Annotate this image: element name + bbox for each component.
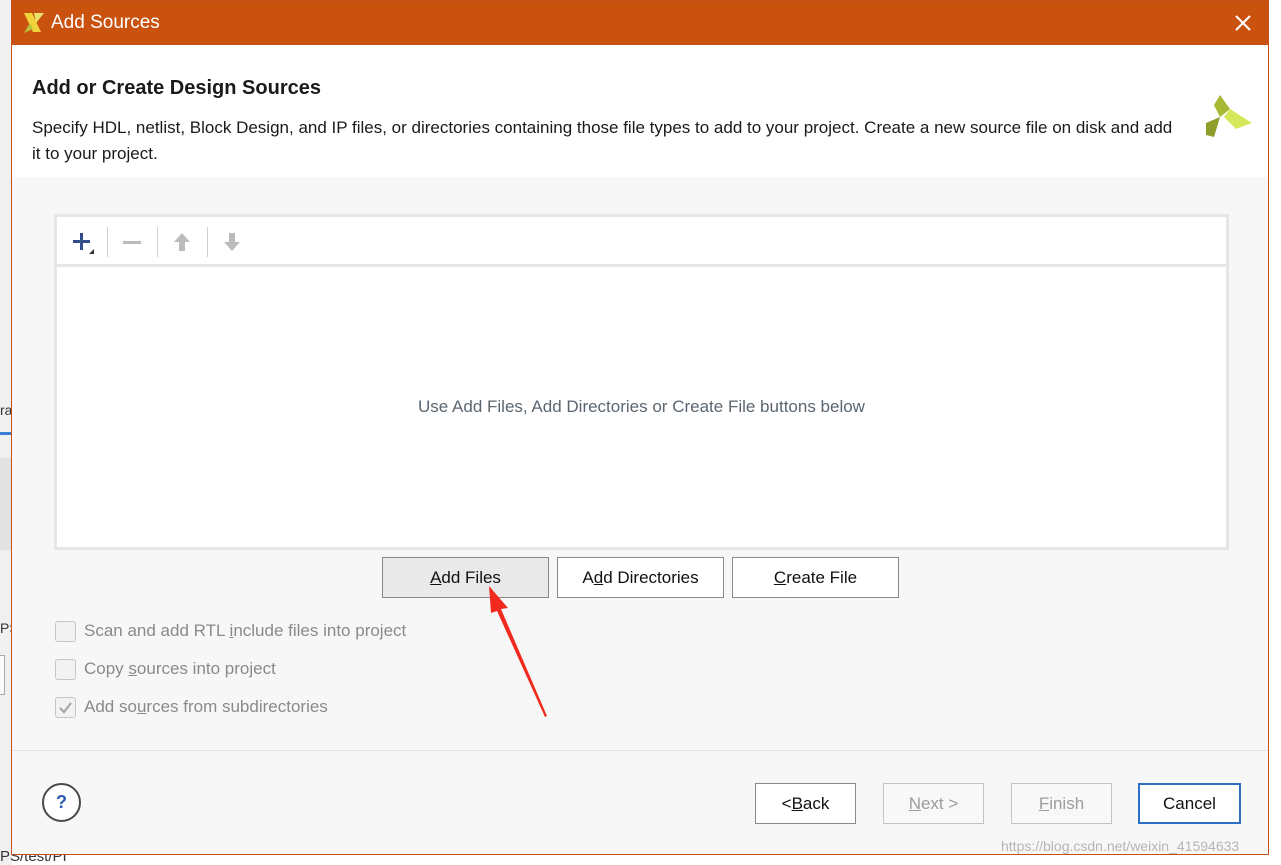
- xilinx-logo-icon: [1206, 95, 1252, 137]
- add-directories-button[interactable]: Add Directories: [557, 557, 724, 598]
- source-file-list: Use Add Files, Add Directories or Create…: [54, 214, 1229, 550]
- add-directories-label-start: A: [582, 567, 594, 587]
- add-directories-mnemonic: d: [593, 567, 604, 587]
- finish-label: inish: [1049, 793, 1085, 813]
- file-list-toolbar: [57, 217, 1226, 267]
- cancel-button[interactable]: Cancel: [1138, 783, 1241, 824]
- finish-button[interactable]: Finish: [1011, 783, 1112, 824]
- create-file-mnemonic: C: [773, 567, 787, 587]
- back-mnemonic: B: [791, 793, 803, 813]
- toolbar-separator: [157, 227, 158, 257]
- title-bar: Add Sources: [12, 1, 1268, 45]
- dialog-header: Add or Create Design Sources Specify HDL…: [12, 45, 1268, 177]
- close-icon[interactable]: [1230, 10, 1256, 36]
- back-label-prefix: <: [781, 793, 792, 813]
- checkbox-box[interactable]: [55, 658, 76, 680]
- move-down-button[interactable]: [212, 225, 252, 259]
- checkbox-label: Scan and add RTL include files into proj…: [84, 621, 407, 640]
- finish-mnemonic: F: [1038, 793, 1050, 813]
- empty-list-message: Use Add Files, Add Directories or Create…: [418, 397, 865, 416]
- next-label: ext >: [920, 793, 959, 813]
- plus-icon: [73, 233, 94, 254]
- add-files-mnemonic: A: [430, 567, 442, 587]
- add-files-button[interactable]: Add Files: [382, 557, 549, 598]
- add-sources-dialog: Add Sources Add or Create Design Sources…: [11, 0, 1269, 855]
- help-button[interactable]: ?: [42, 783, 81, 822]
- move-up-button[interactable]: [162, 225, 202, 259]
- remove-source-button[interactable]: [112, 225, 152, 259]
- dialog-title: Add Sources: [51, 12, 160, 33]
- background-panel: [0, 458, 11, 550]
- watermark-text: https://blog.csdn.net/weixin_41594633: [1001, 838, 1240, 854]
- footer-divider: [12, 750, 1268, 751]
- checkmark-icon: [59, 701, 72, 714]
- create-file-label: reate File: [786, 567, 858, 587]
- vivado-logo-icon: [24, 13, 44, 33]
- checkbox-label: Add sources from subdirectories: [84, 697, 328, 716]
- toolbar-separator: [207, 227, 208, 257]
- background-control: [0, 655, 5, 695]
- background-text-fragment: ra: [0, 402, 11, 418]
- arrow-up-icon: [174, 233, 190, 251]
- add-subdirectories-checkbox[interactable]: Add sources from subdirectories: [55, 696, 328, 718]
- background-text-fragment: PS: [0, 620, 11, 636]
- copy-sources-checkbox[interactable]: Copy sources into project: [55, 658, 276, 680]
- checkbox-box[interactable]: [55, 696, 76, 718]
- minus-icon: [123, 241, 141, 244]
- create-file-button[interactable]: Create File: [732, 557, 899, 598]
- page-title: Add or Create Design Sources: [32, 77, 321, 99]
- next-mnemonic: N: [908, 793, 921, 813]
- back-button[interactable]: < Back: [755, 783, 856, 824]
- background-tab-indicator: [0, 432, 11, 435]
- arrow-down-icon: [224, 233, 240, 251]
- checkbox-box[interactable]: [55, 620, 76, 642]
- add-directories-label: d Directories: [603, 567, 699, 587]
- page-description: Specify HDL, netlist, Block Design, and …: [32, 118, 1173, 163]
- scan-rtl-include-checkbox[interactable]: Scan and add RTL include files into proj…: [55, 620, 406, 642]
- back-label: ack: [802, 793, 830, 813]
- toolbar-separator: [107, 227, 108, 257]
- next-button[interactable]: Next >: [883, 783, 984, 824]
- add-files-label: dd Files: [441, 567, 501, 587]
- checkbox-label: Copy sources into project: [84, 659, 276, 678]
- add-source-button[interactable]: [62, 225, 102, 259]
